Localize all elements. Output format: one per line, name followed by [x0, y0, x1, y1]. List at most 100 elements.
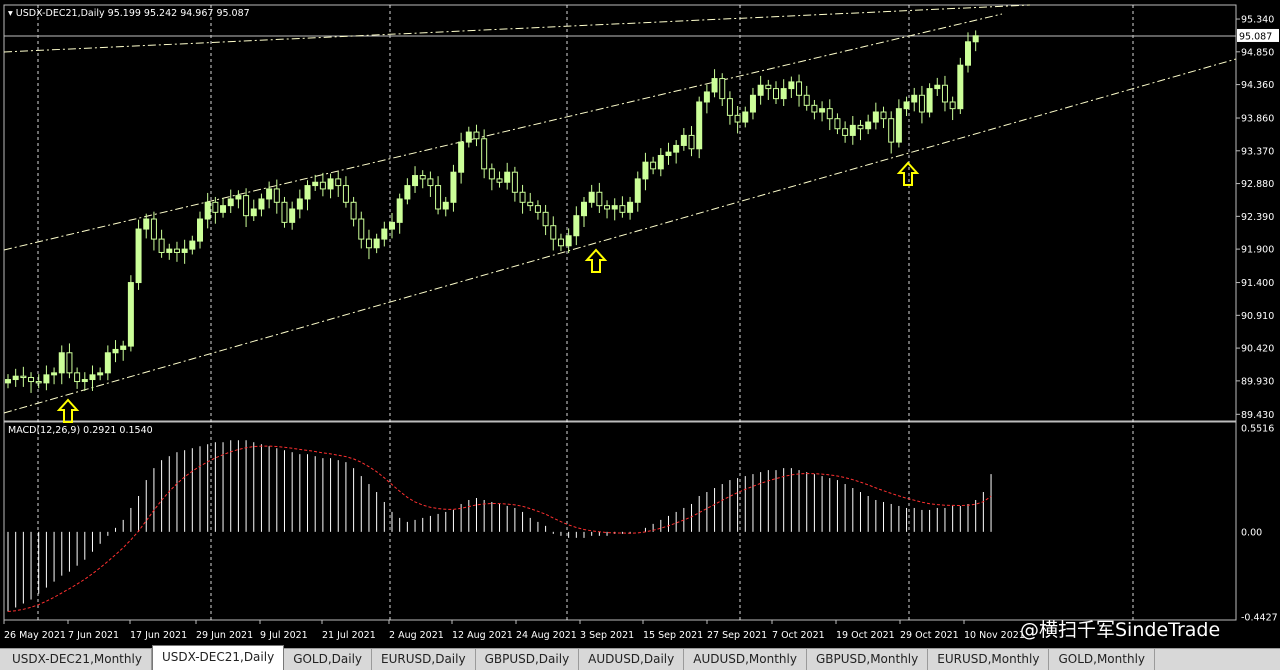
tab-gbpusd-daily[interactable]: GBPUSD,Daily	[476, 648, 580, 670]
candle-bull	[680, 134, 687, 146]
candle-bear	[335, 178, 342, 187]
candle-bull	[588, 191, 595, 203]
candle-bear	[173, 248, 180, 253]
tab-gbpusd-monthly[interactable]: GBPUSD,Monthly	[807, 648, 929, 670]
candle-bull	[43, 374, 50, 384]
candle-bear	[688, 134, 695, 150]
candle-bull	[135, 228, 142, 284]
candle-bear	[842, 128, 849, 136]
candle-bear	[826, 108, 833, 120]
x-tick-label: 29 Oct 2021	[900, 630, 959, 641]
candle-bear	[28, 377, 35, 383]
candle-bull	[665, 151, 672, 156]
tab-eurusd-monthly[interactable]: EURUSD,Monthly	[928, 648, 1050, 670]
price-pane-border	[3, 4, 1237, 422]
x-tick-label: 17 Jun 2021	[130, 630, 187, 641]
candle-bull	[903, 101, 910, 110]
candle-bear	[773, 88, 779, 100]
tab-audusd-daily[interactable]: AUDUSD,Daily	[579, 648, 685, 670]
candle-bull	[458, 141, 465, 173]
candle-bear	[880, 111, 887, 120]
candle-bull	[112, 348, 119, 354]
candle-bull	[849, 124, 856, 136]
x-tick-label: 9 Jul 2021	[260, 630, 308, 641]
y-tick-label: 94.850	[1241, 47, 1274, 58]
candle-bear	[74, 372, 81, 383]
tab-audusd-monthly[interactable]: AUDUSD,Monthly	[684, 648, 807, 670]
candle-bull	[412, 175, 419, 187]
candle-bear	[796, 81, 803, 96]
arrow-marker-1	[56, 398, 80, 423]
candle-bear	[158, 238, 165, 253]
y-tick-label: 92.880	[1241, 179, 1274, 190]
tab-gold-daily[interactable]: GOLD,Daily	[284, 648, 373, 670]
candle-bear	[619, 205, 626, 213]
chart-tabs-bar: USDX-DEC21,Monthly USDX-DEC21,Daily GOLD…	[0, 645, 1280, 670]
candle-bull	[957, 64, 964, 110]
chart-area[interactable]: 95.340 94.850 94.360 93.860 93.370 92.880 92.3…	[0, 0, 1280, 648]
y-tick-label: 90.420	[1241, 344, 1274, 355]
candle-bull	[865, 121, 872, 130]
tab-eurusd-daily[interactable]: EURUSD,Daily	[372, 648, 476, 670]
candle-bull	[581, 201, 587, 217]
candle-bear	[834, 118, 841, 130]
candle-bull	[12, 375, 19, 381]
candle-bear	[488, 168, 495, 180]
candle-bull	[657, 154, 664, 170]
candle-bull	[442, 201, 449, 210]
candle-bear	[519, 191, 526, 203]
candle-bull	[819, 108, 826, 113]
x-tick-label: 26 May 2021	[4, 630, 66, 641]
y-tick-label: 93.860	[1241, 114, 1274, 125]
candle-bear	[350, 201, 357, 220]
candle-bull	[258, 198, 265, 210]
tab-usdx-daily[interactable]: USDX-DEC21,Daily	[151, 645, 285, 670]
candle-bear	[650, 161, 657, 170]
y-tick-label: 94.360	[1241, 80, 1274, 91]
candle-bull	[396, 198, 403, 223]
candle-bear	[949, 101, 956, 110]
candle-bear	[918, 94, 925, 113]
y-tick-label: 90.910	[1241, 311, 1274, 322]
arrow-marker-2	[584, 248, 608, 273]
candle-bear	[857, 124, 864, 130]
candle-bull	[51, 372, 58, 376]
x-tick-label: 10 Nov 2021	[964, 630, 1025, 641]
yellow-up-arrow-icon	[56, 398, 80, 423]
candle-bear	[281, 201, 288, 223]
macd-tick-label: 0.5516	[1241, 424, 1274, 435]
tab-gold-monthly[interactable]: GOLD,Monthly	[1049, 648, 1155, 670]
candle-bull	[204, 201, 211, 220]
candle-bear	[473, 131, 480, 140]
candle-bull	[934, 84, 941, 90]
candle-bull	[166, 248, 173, 253]
y-tick-label: 92.390	[1241, 212, 1274, 223]
candle-bull	[673, 144, 680, 153]
candle-bear	[527, 201, 534, 207]
x-tick-label: 2 Aug 2021	[389, 630, 444, 641]
candle-bear	[358, 218, 365, 240]
macd-tick-label: 0.00	[1241, 527, 1262, 538]
candle-bear	[596, 191, 603, 207]
candle-bull	[143, 218, 150, 230]
candle-bull	[296, 198, 303, 210]
candle-bull	[972, 35, 979, 43]
channel-lower-line	[3, 58, 1237, 414]
candle-bear	[481, 138, 488, 170]
candle-bull	[227, 198, 234, 207]
candle-bull	[895, 108, 902, 143]
candle-bear	[342, 185, 349, 203]
x-tick-label: 29 Jun 2021	[196, 630, 253, 641]
candles-group	[5, 30, 979, 393]
y-tick-label: 89.930	[1241, 376, 1274, 387]
candle-bull	[58, 352, 65, 374]
candle-bear	[811, 104, 818, 113]
arrow-marker-3	[896, 161, 920, 186]
tab-usdx-monthly[interactable]: USDX-DEC21,Monthly	[3, 648, 152, 670]
x-tick-label: 15 Sep 2021	[643, 630, 703, 641]
x-tick-label: 7 Jun 2021	[68, 630, 119, 641]
macd-histogram	[7, 440, 992, 612]
candle-bear	[888, 118, 895, 143]
candle-bull	[573, 215, 580, 237]
candle-bull	[220, 205, 227, 213]
